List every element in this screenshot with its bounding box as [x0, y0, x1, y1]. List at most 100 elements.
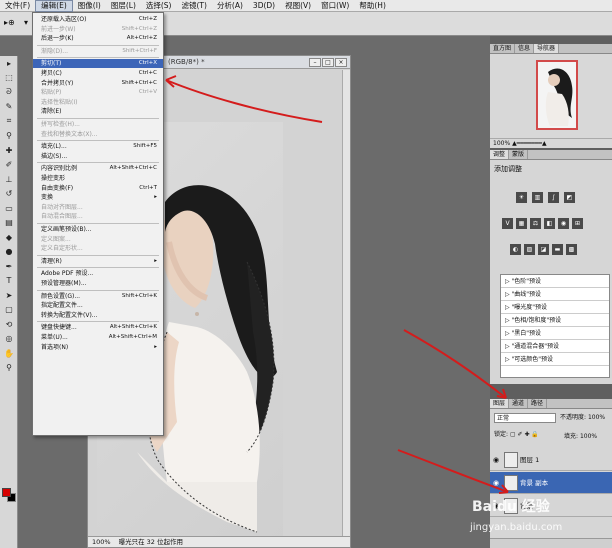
edit-menu-item[interactable]: 键盘快捷键... Alt+Shift+Ctrl+K — [33, 323, 163, 332]
tab-layers[interactable]: 图层 — [490, 399, 510, 408]
edit-menu-item[interactable]: 选择性粘贴(I) — [33, 98, 163, 107]
maximize-icon[interactable]: □ — [322, 58, 334, 67]
menu-window[interactable]: 窗口(W) — [316, 0, 354, 12]
healing-brush-icon[interactable]: ✚ — [0, 143, 18, 158]
black-white-icon[interactable]: ◧ — [544, 218, 555, 229]
3d-rotate-icon[interactable]: ⟲ — [0, 317, 18, 332]
edit-menu-item[interactable]: 拼写检查(H)... — [33, 120, 163, 129]
blur-tool-icon[interactable]: ◆ — [0, 230, 18, 245]
tab-adjustments[interactable]: 调整 — [490, 150, 510, 159]
chevron-down-icon[interactable]: ▾ — [24, 18, 28, 27]
edit-menu-item[interactable]: 转换为配置文件(V)... — [33, 311, 163, 320]
blend-mode-select[interactable]: 正常 — [494, 413, 556, 423]
edit-menu-item[interactable]: 菜单(U)... Alt+Shift+Ctrl+M — [33, 333, 163, 342]
move-tool-icon[interactable]: ▸⊕ — [4, 18, 15, 27]
edit-menu-item[interactable]: 清除(E) — [33, 107, 163, 116]
menu-analysis[interactable]: 分析(A) — [212, 0, 248, 12]
edit-menu-item[interactable]: 拷贝(C) Ctrl+C — [33, 69, 163, 78]
edit-menu-item[interactable]: 定义图案... — [33, 235, 163, 244]
preset-hue-saturation[interactable]: ▷ "色相/饱和度"预设 — [501, 314, 609, 327]
crop-tool-icon[interactable]: ⌗ — [0, 114, 18, 129]
menu-image[interactable]: 图像(I) — [73, 0, 106, 12]
marquee-tool-icon[interactable]: ⬚ — [0, 71, 18, 86]
navigator-zoom[interactable]: 100% ▲━━━━━━━▲ — [490, 138, 612, 148]
gradient-map-icon[interactable]: ▬ — [552, 244, 563, 255]
menu-view[interactable]: 视图(V) — [280, 0, 316, 12]
selective-color-icon[interactable]: ▩ — [566, 244, 577, 255]
tab-masks[interactable]: 蒙版 — [509, 150, 529, 159]
fill-control[interactable]: 填充: 100% — [564, 431, 597, 440]
edit-menu-item[interactable]: 操控变形 — [33, 174, 163, 183]
edit-menu-item[interactable]: 内容识别比例 Alt+Shift+Ctrl+C — [33, 164, 163, 173]
preset-exposure[interactable]: ▷ "曝光度"预设 — [501, 301, 609, 314]
vertical-scrollbar[interactable] — [342, 70, 350, 536]
edit-menu-item[interactable]: Adobe PDF 预设... — [33, 269, 163, 278]
gradient-tool-icon[interactable]: ▤ — [0, 216, 18, 231]
clone-stamp-icon[interactable]: ⊥ — [0, 172, 18, 187]
dodge-tool-icon[interactable]: ● — [0, 245, 18, 260]
opacity-control[interactable]: 不透明度: 100% — [560, 413, 605, 423]
edit-menu-item[interactable]: 首选项(N) ▸ — [33, 343, 163, 352]
edit-menu-item[interactable]: 剪切(T) Ctrl+X — [33, 59, 163, 69]
layer-row-background-copy[interactable]: ◉ 背景 副本 — [490, 472, 612, 494]
menu-3d[interactable]: 3D(D) — [248, 0, 280, 12]
hue-saturation-icon[interactable]: ▦ — [516, 218, 527, 229]
posterize-icon[interactable]: ▨ — [524, 244, 535, 255]
preset-levels[interactable]: ▷ "色阶"预设 — [501, 275, 609, 288]
edit-menu-item[interactable]: 颜色设置(G)... Shift+Ctrl+K — [33, 292, 163, 301]
edit-menu-item[interactable]: 合并拷贝(Y) Shift+Ctrl+C — [33, 79, 163, 88]
edit-menu-item[interactable]: 指定配置文件... — [33, 301, 163, 310]
type-tool-icon[interactable]: T — [0, 274, 18, 289]
history-brush-icon[interactable]: ↺ — [0, 187, 18, 202]
hand-tool-icon[interactable]: ✋ — [0, 346, 18, 361]
edit-menu-item[interactable]: 还原载入选区(O) Ctrl+Z — [33, 15, 163, 24]
photo-filter-icon[interactable]: ◉ — [558, 218, 569, 229]
tab-paths[interactable]: 路径 — [528, 399, 548, 408]
color-balance-icon[interactable]: ⚖ — [530, 218, 541, 229]
menu-select[interactable]: 选择(S) — [141, 0, 177, 12]
eraser-tool-icon[interactable]: ▭ — [0, 201, 18, 216]
vibrance-icon[interactable]: V — [502, 218, 513, 229]
zoom-level[interactable]: 100% — [88, 537, 115, 547]
edit-menu-item[interactable]: 前进一步(W) Shift+Ctrl+Z — [33, 25, 163, 34]
exposure-icon[interactable]: ◩ — [564, 192, 575, 203]
zoom-tool-icon[interactable]: ⚲ — [0, 361, 18, 376]
preset-curves[interactable]: ▷ "曲线"预设 — [501, 288, 609, 301]
menu-filter[interactable]: 滤镜(T) — [177, 0, 212, 12]
levels-icon[interactable]: ▥ — [532, 192, 543, 203]
close-icon[interactable]: × — [335, 58, 347, 67]
edit-menu-item[interactable]: 查找和替换文本(X)... — [33, 130, 163, 139]
3d-camera-icon[interactable]: ◎ — [0, 332, 18, 347]
edit-menu-item[interactable]: 预设管理器(M)... — [33, 279, 163, 288]
brightness-icon[interactable]: ☀ — [516, 192, 527, 203]
tab-channels[interactable]: 通道 — [509, 399, 529, 408]
edit-menu-item[interactable]: 自由变换(F) Ctrl+T — [33, 184, 163, 193]
path-select-icon[interactable]: ➤ — [0, 288, 18, 303]
edit-menu-item[interactable]: 填充(L)... Shift+F5 — [33, 142, 163, 151]
edit-menu-item[interactable]: 渐隐(D)... Shift+Ctrl+F — [33, 47, 163, 56]
channel-mixer-icon[interactable]: ⊞ — [572, 218, 583, 229]
layer-row-1[interactable]: ◉ 图层 1 — [490, 449, 612, 471]
lock-controls[interactable]: 锁定: ▢ ✐ ✚ 🔒 — [494, 429, 539, 438]
preset-channel-mixer[interactable]: ▷ "通道混合器"预设 — [501, 340, 609, 353]
edit-menu-item[interactable]: 自动混合图层... — [33, 212, 163, 221]
minimize-icon[interactable]: – — [309, 58, 321, 67]
edit-menu-item[interactable]: 自动对齐图层... — [33, 203, 163, 212]
edit-menu-item[interactable]: 定义自定形状... — [33, 244, 163, 253]
eye-icon[interactable]: ◉ — [493, 449, 499, 471]
menu-edit[interactable]: 编辑(E) — [35, 0, 73, 12]
threshold-icon[interactable]: ◪ — [538, 244, 549, 255]
move-tool-icon[interactable]: ▸ — [0, 56, 18, 71]
preset-selective-color[interactable]: ▷ "可选颜色"预设 — [501, 353, 609, 366]
menu-file[interactable]: 文件(F) — [0, 0, 35, 12]
eye-icon[interactable]: ◉ — [493, 472, 499, 494]
eyedropper-tool-icon[interactable]: ⚲ — [0, 129, 18, 144]
foreground-color-swatch[interactable] — [2, 488, 11, 497]
navigator-thumbnail[interactable] — [536, 60, 578, 130]
edit-menu-item[interactable]: 描边(S)... — [33, 152, 163, 161]
brush-tool-icon[interactable]: ✐ — [0, 158, 18, 173]
tab-histogram[interactable]: 直方图 — [490, 44, 516, 53]
lasso-tool-icon[interactable]: ᘐ — [0, 85, 18, 100]
preset-black-white[interactable]: ▷ "黑白"预设 — [501, 327, 609, 340]
shape-tool-icon[interactable]: ▢ — [0, 303, 18, 318]
